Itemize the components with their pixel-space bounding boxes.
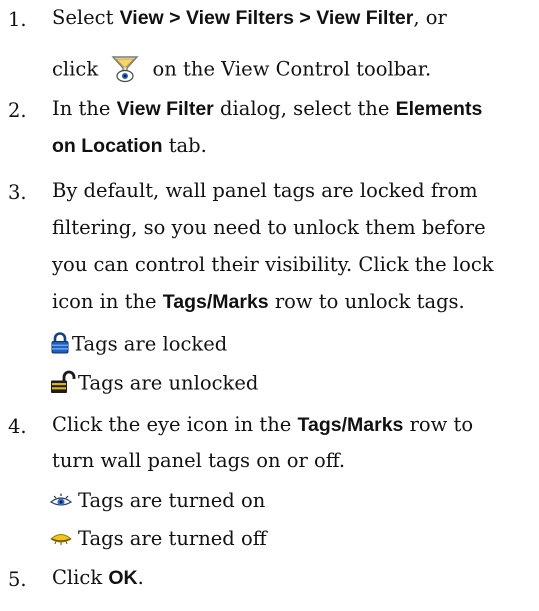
step-5-line-1: Click OK. bbox=[52, 566, 144, 589]
locked-example: Tags are locked bbox=[50, 332, 227, 358]
row-name: Tags/Marks bbox=[297, 414, 404, 436]
instruction-steps: 1. Select View > View Filters > View Fil… bbox=[0, 0, 539, 611]
step-3-line-2: filtering, so you need to unlock them be… bbox=[52, 216, 486, 239]
step-1-line-1: Select View > View Filters > View Filter… bbox=[52, 6, 447, 29]
dialog-name: View Filter bbox=[116, 98, 214, 120]
step-number: 4. bbox=[8, 415, 27, 438]
step-number: 3. bbox=[8, 181, 27, 204]
step-number: 1. bbox=[8, 8, 27, 31]
step-number: 2. bbox=[8, 99, 27, 122]
step-2-line-2: on Location tab. bbox=[52, 134, 207, 157]
step-2-line-1: In the View Filter dialog, select the El… bbox=[52, 97, 483, 120]
locked-lock-icon bbox=[50, 332, 70, 358]
step-3-line-3: you can control their visibility. Click … bbox=[52, 253, 494, 276]
step-3-line-1: By default, wall panel tags are locked f… bbox=[52, 179, 478, 202]
view-filter-funnel-icon bbox=[110, 53, 140, 87]
step-1-line-2: click on the View Control toolbar. bbox=[52, 53, 431, 87]
step-4-line-2: turn wall panel tags on or off. bbox=[52, 449, 346, 472]
eye-on-example: Tags are turned on bbox=[49, 491, 265, 512]
eye-open-icon bbox=[49, 492, 73, 512]
row-name: Tags/Marks bbox=[162, 291, 269, 313]
unlocked-example: Tags are unlocked bbox=[50, 370, 258, 398]
menu-path: View > View Filters > View Filter bbox=[119, 7, 414, 29]
tab-name: Elements bbox=[395, 98, 483, 120]
eye-closed-icon bbox=[50, 530, 72, 550]
unlocked-lock-icon bbox=[50, 370, 76, 398]
eye-off-example: Tags are turned off bbox=[50, 529, 267, 549]
step-number: 5. bbox=[8, 568, 27, 591]
step-4-line-1: Click the eye icon in the Tags/Marks row… bbox=[52, 413, 474, 436]
ok-button-label: OK bbox=[108, 567, 138, 589]
step-3-line-4: icon in the Tags/Marks row to unlock tag… bbox=[52, 290, 465, 313]
tab-name: on Location bbox=[52, 135, 163, 157]
